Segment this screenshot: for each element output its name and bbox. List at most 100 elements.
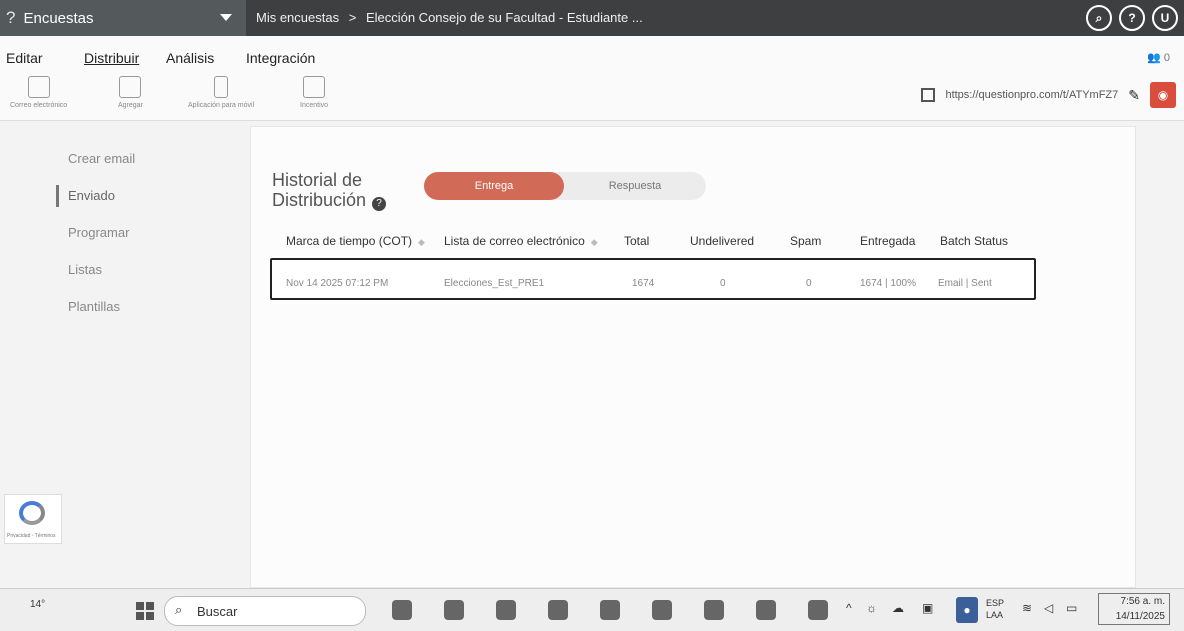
taskbar-search-input[interactable]: ⌕ Buscar (164, 596, 366, 626)
cell-batch-status: Email | Sent (938, 278, 992, 289)
tool-email[interactable]: Correo electrónico (10, 76, 67, 109)
tool-mobile-app[interactable]: Aplicación para móvil (188, 76, 254, 109)
system-clock[interactable]: 7:56 a. m. 14/11/2025 (1098, 593, 1170, 625)
breadcrumb-survey-title[interactable]: Elección Consejo de su Facultad - Estudi… (366, 10, 643, 25)
column-header-undelivered: Undelivered (690, 234, 755, 248)
main-menu: Editar Distribuir Análisis Integración 👥… (0, 36, 1184, 70)
eye-icon: ◉ (1157, 88, 1169, 102)
menu-distribuir[interactable]: Distribuir (84, 50, 139, 66)
cell-undelivered: 0 (720, 278, 726, 289)
column-header-timestamp[interactable]: Marca de tiempo (COT) ◆ (286, 234, 425, 248)
sidebar-item-enviado[interactable]: Enviado (52, 177, 252, 214)
page-title-line1: Historial de (272, 170, 363, 190)
clock-date: 14/11/2025 (1115, 611, 1165, 622)
display-icon[interactable]: ▣ (922, 601, 933, 615)
page-title-line2: Distribución (272, 190, 367, 210)
menu-editar[interactable]: Editar (6, 50, 43, 66)
column-header-batch-status: Batch Status (940, 234, 1009, 248)
survey-url[interactable]: https://questionpro.com/t/ATYmFZ7 (945, 89, 1118, 101)
column-header-email-list-label: Lista de correo electrónico (444, 234, 585, 248)
settings-icon[interactable]: ☼ (866, 601, 877, 615)
wifi-icon[interactable]: ≋ (1022, 601, 1032, 615)
column-header-spam: Spam (790, 234, 822, 248)
tool-add-label: Agregar (118, 102, 143, 109)
weather-temperature[interactable]: 14° (30, 599, 45, 610)
teams-icon[interactable] (704, 600, 724, 620)
toggle-entrega[interactable]: Entrega (424, 172, 564, 200)
menu-integracion[interactable]: Integración (246, 50, 315, 66)
search-icon: ⌕ (175, 602, 183, 617)
sidebar-item-listas[interactable]: Listas (52, 251, 252, 288)
recaptcha-badge[interactable]: Privacidad - Términos (4, 494, 62, 544)
windows-taskbar: 14° ⌕ Buscar ^ ☼ ☁ ▣ ● ESP LAA ≋ ◁ ▭ 7:5… (0, 588, 1184, 631)
sidebar-item-programar[interactable]: Programar (52, 214, 252, 251)
cell-spam: 0 (806, 278, 812, 289)
volume-icon[interactable]: ◁ (1044, 601, 1053, 615)
search-icon[interactable]: ⌕ (1086, 5, 1112, 31)
distribution-toolbar: Correo electrónico Agregar Aplicación pa… (0, 70, 1184, 121)
collaborators-count[interactable]: 👥 0 (1147, 51, 1170, 64)
app-switcher[interactable]: ? Encuestas (0, 0, 246, 36)
app-icon[interactable] (808, 600, 828, 620)
distribution-sidebar: Crear email Enviado Programar Listas Pla… (52, 140, 252, 325)
help-icon[interactable]: ? (1119, 5, 1145, 31)
column-header-timestamp-label: Marca de tiempo (COT) (286, 234, 413, 248)
qr-code-icon[interactable] (921, 88, 936, 102)
sidebar-item-crear-email[interactable]: Crear email (52, 140, 252, 177)
tool-email-label: Correo electrónico (10, 102, 68, 109)
recaptcha-label: Privacidad - Términos (7, 533, 56, 539)
preview-button[interactable]: ◉ (1150, 82, 1176, 108)
breadcrumb-my-surveys[interactable]: Mis encuestas (256, 10, 339, 25)
app-icon[interactable] (548, 600, 568, 620)
recaptcha-icon (19, 501, 45, 525)
collaborators-number: 0 (1163, 52, 1170, 64)
chatgpt-icon[interactable] (496, 600, 516, 620)
breadcrumb-separator: > (348, 10, 357, 25)
tool-incentive-label: Incentivo (300, 102, 329, 109)
chevron-down-icon[interactable] (220, 14, 232, 21)
cell-email-list[interactable]: Elecciones_Est_PRE1 (444, 278, 544, 289)
mail-icon[interactable] (652, 600, 672, 620)
page-title: Historial de Distribución? (272, 170, 387, 211)
notion-icon[interactable] (444, 600, 464, 620)
cell-delivered: 1674 | 100% (860, 278, 916, 289)
battery-icon[interactable]: ▭ (1066, 601, 1077, 615)
mobile-icon (214, 76, 229, 98)
cloud-icon[interactable]: ☁ (892, 601, 904, 615)
email-icon (27, 76, 50, 98)
app-name: Encuestas (23, 9, 94, 27)
tool-incentive[interactable]: Incentivo (300, 76, 328, 109)
cell-total: 1674 (632, 278, 655, 289)
info-icon[interactable]: ? (372, 197, 387, 211)
menu-analisis[interactable]: Análisis (166, 50, 214, 66)
breadcrumb: Mis encuestas > Elección Consejo de su F… (256, 10, 643, 25)
column-header-delivered: Entregada (860, 234, 916, 248)
questionpro-logo-icon: ? (6, 8, 16, 27)
sort-icon[interactable]: ◆ (418, 237, 425, 247)
chevron-up-icon[interactable]: ^ (846, 601, 852, 615)
taskbar-search-placeholder: Buscar (197, 604, 238, 619)
top-bar: ? Encuestas Mis encuestas > Elección Con… (0, 0, 1184, 36)
users-icon: 👥 (1147, 52, 1161, 64)
clock-time: 7:56 a. m. (1120, 596, 1165, 607)
tool-add[interactable]: Agregar (118, 76, 143, 109)
cell-timestamp: Nov 14 2025 07:12 PM (286, 278, 389, 289)
browser-icon[interactable] (600, 600, 620, 620)
add-icon (119, 76, 142, 98)
sidebar-item-plantillas[interactable]: Plantillas (52, 288, 252, 325)
user-icon[interactable]: U (1152, 5, 1178, 31)
edit-pencil-icon[interactable]: ✎ (1128, 87, 1140, 104)
column-header-total: Total (624, 234, 650, 248)
language-line2: LAA (986, 610, 1004, 620)
toggle-respuesta[interactable]: Respuesta (564, 172, 706, 200)
view-toggle: Entrega Respuesta (424, 172, 706, 200)
tool-mobile-label: Aplicación para móvil (188, 102, 255, 109)
language-indicator[interactable]: ESP LAA (986, 597, 1004, 621)
column-header-email-list[interactable]: Lista de correo electrónico ◆ (444, 234, 598, 248)
file-explorer-icon[interactable] (392, 600, 412, 620)
microphone-icon[interactable]: ● (956, 597, 978, 623)
windows-start-icon[interactable] (136, 602, 154, 620)
sort-icon[interactable]: ◆ (591, 237, 598, 247)
incentive-icon (303, 76, 326, 98)
chrome-icon[interactable] (756, 600, 776, 620)
